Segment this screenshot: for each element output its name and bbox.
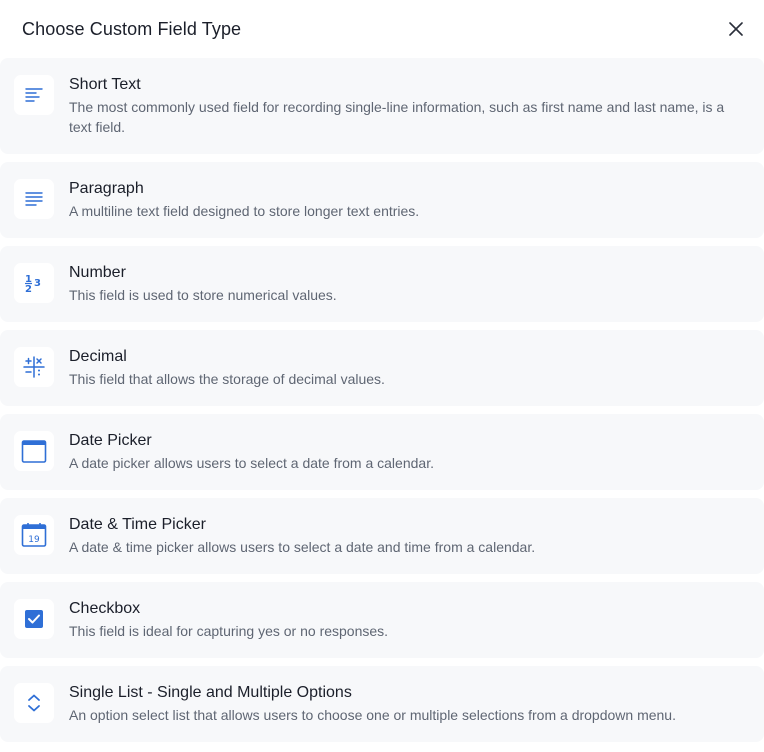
- field-type-paragraph[interactable]: Paragraph A multiline text field designe…: [0, 162, 764, 238]
- short-text-icon: [14, 75, 54, 115]
- custom-field-type-dialog: Choose Custom Field Type Short Text The …: [0, 0, 764, 752]
- field-type-single-list[interactable]: Single List - Single and Multiple Option…: [0, 666, 764, 742]
- field-type-label: Single List - Single and Multiple Option…: [69, 684, 352, 701]
- close-button[interactable]: [724, 17, 748, 41]
- calendar-icon: [14, 431, 54, 471]
- close-icon: [729, 22, 743, 36]
- field-type-list: Short Text The most commonly used field …: [0, 58, 764, 742]
- field-type-description: The most commonly used field for recordi…: [69, 99, 725, 135]
- svg-text:2: 2: [25, 284, 32, 294]
- field-type-description: This field that allows the storage of de…: [69, 371, 385, 387]
- field-type-label: Number: [69, 264, 126, 281]
- field-type-label: Paragraph: [69, 180, 144, 197]
- dialog-title: Choose Custom Field Type: [22, 18, 242, 39]
- field-type-checkbox[interactable]: Checkbox This field is ideal for capturi…: [0, 582, 764, 658]
- field-type-description: A date & time picker allows users to sel…: [69, 539, 536, 555]
- paragraph-icon: [14, 179, 54, 219]
- dialog-header: Choose Custom Field Type: [0, 0, 764, 58]
- calendar-date-icon: 19: [14, 515, 54, 555]
- field-type-number[interactable]: 1 2 3 Number This field is used to store…: [0, 246, 764, 322]
- field-type-decimal[interactable]: Decimal This field that allows the stora…: [0, 330, 764, 406]
- field-type-label: Date & Time Picker: [69, 516, 206, 533]
- field-type-label: Decimal: [69, 348, 127, 365]
- field-type-description: An option select list that allows users …: [69, 707, 676, 723]
- field-type-label: Checkbox: [69, 600, 141, 617]
- field-type-description: A multiline text field designed to store…: [69, 203, 420, 219]
- field-type-description: This field is used to store numerical va…: [69, 287, 337, 303]
- field-type-label: Date Picker: [69, 432, 152, 449]
- select-chevrons-icon: [14, 683, 54, 723]
- field-type-label: Short Text: [69, 76, 141, 93]
- decimal-icon: [14, 347, 54, 387]
- field-type-description: A date picker allows users to select a d…: [69, 455, 434, 471]
- checkbox-icon: [14, 599, 54, 639]
- field-type-short-text[interactable]: Short Text The most commonly used field …: [0, 58, 764, 154]
- field-type-date-picker[interactable]: Date Picker A date picker allows users t…: [0, 414, 764, 490]
- field-type-description: This field is ideal for capturing yes or…: [69, 623, 389, 639]
- number-icon: 1 2 3: [14, 263, 54, 303]
- svg-text:3: 3: [34, 278, 41, 289]
- field-type-date-time-picker[interactable]: 19 Date & Time Picker A date & time pick…: [0, 498, 764, 574]
- calendar-date-text: 19: [28, 535, 40, 545]
